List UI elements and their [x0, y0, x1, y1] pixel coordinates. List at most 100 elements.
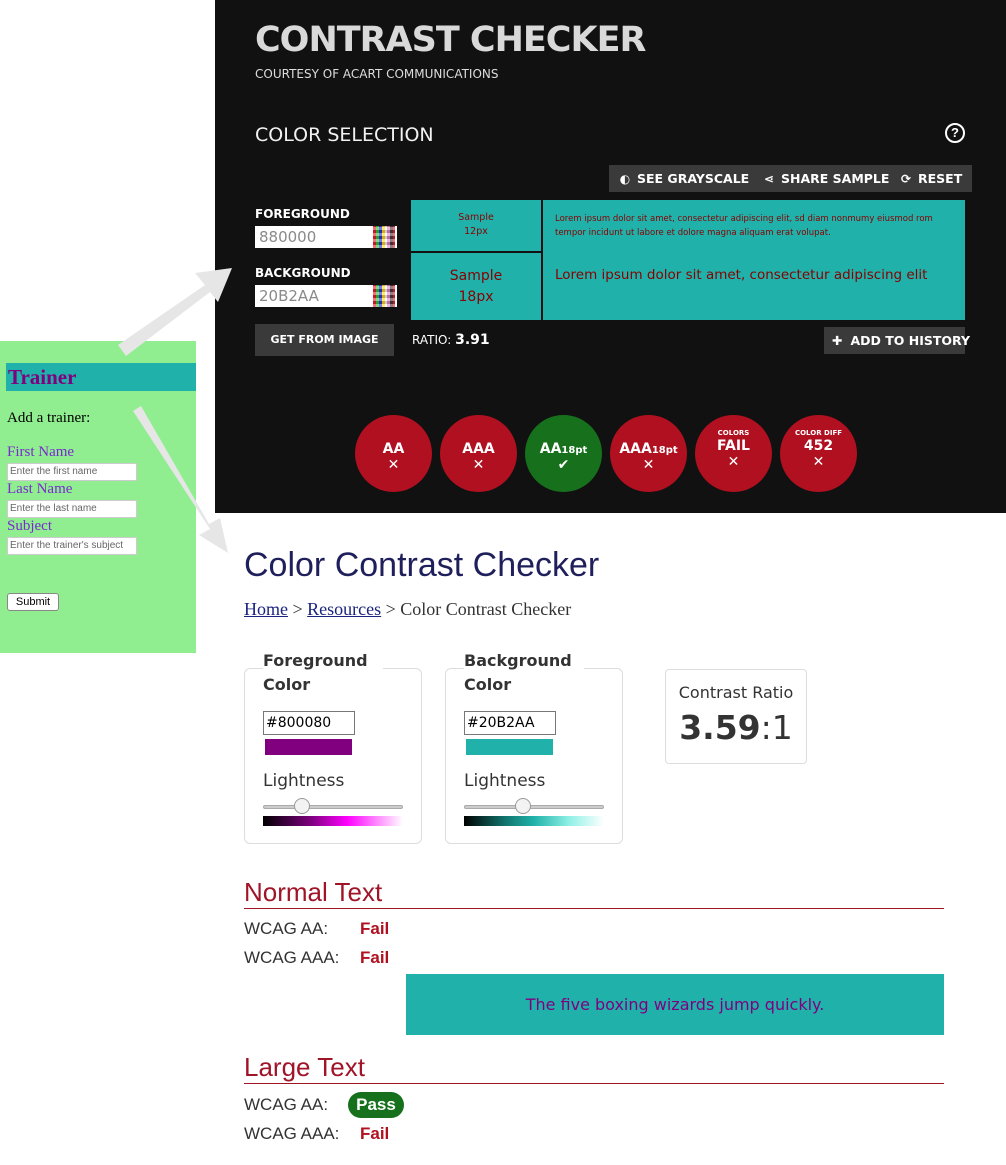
demo-text-sample: The five boxing wizards jump quickly. — [406, 974, 944, 1035]
foreground-swatch — [265, 739, 352, 755]
color-contrast-checker-page: Color Contrast Checker Home > Resources … — [215, 513, 1006, 1165]
help-icon[interactable]: ? — [945, 123, 965, 143]
sample-small-title: Sample — [458, 212, 494, 223]
ratio-label: RATIO: — [412, 333, 452, 347]
background-lightness-track[interactable] — [464, 805, 604, 809]
page-title: Color Contrast Checker — [244, 546, 600, 584]
sample-preview: Sample 12px Sample 18px Lorem ipsum dolo… — [411, 200, 965, 320]
contrast-ratio-readout: 3.59:1 — [666, 708, 806, 747]
acart-contrast-checker-panel: CONTRAST CHECKER COURTESY OF ACART COMMU… — [215, 0, 1006, 513]
first-name-input[interactable]: Enter the first name — [7, 463, 137, 481]
fail-x-icon: ✕ — [812, 454, 825, 470]
result-aa-18pt: AA18pt ✔ — [525, 415, 602, 492]
sample-large: Sample 18px — [411, 253, 543, 320]
submit-button[interactable]: Submit — [7, 593, 59, 611]
toggle-icon: ◐ — [619, 172, 631, 186]
background-hex-input[interactable]: #20B2AA — [464, 711, 556, 735]
background-lightness-gradient — [464, 816, 604, 826]
normal-aa-result: Fail — [360, 919, 390, 938]
result-aa-18pt-label: AA18pt — [539, 441, 588, 457]
breadcrumb-separator: > — [381, 599, 401, 619]
breadcrumb-current: Color Contrast Checker — [400, 599, 572, 619]
see-grayscale-label: SEE GRAYSCALE — [637, 171, 750, 186]
foreground-color-title: Foreground Color — [263, 649, 383, 697]
add-to-history-button[interactable]: ✚ ADD TO HISTORY — [824, 327, 970, 354]
background-lightness-slider[interactable] — [515, 798, 531, 814]
ratio-value: 3.91 — [455, 332, 490, 348]
sample-small: Sample 12px — [411, 200, 543, 253]
lorem-large-text: Lorem ipsum dolor sit amet, consectetur … — [555, 267, 928, 283]
large-text-heading: Large Text — [244, 1052, 365, 1082]
sample-small-size: 12px — [464, 226, 488, 237]
result-aa-label: AA — [382, 441, 405, 457]
contrast-ratio-box: Contrast Ratio 3.59:1 — [665, 669, 807, 764]
result-color-diff-title: COLOR DIFF — [794, 429, 843, 437]
large-aa-label: WCAG AA: — [244, 1095, 329, 1114]
see-grayscale-button[interactable]: ◐ SEE GRAYSCALE — [609, 165, 760, 192]
contrast-ratio-suffix: :1 — [760, 708, 793, 747]
background-lightness-label: Lightness — [464, 771, 546, 791]
large-text-divider — [244, 1083, 944, 1084]
section-title: COLOR SELECTION — [255, 124, 434, 146]
background-label: BACKGROUND — [255, 266, 351, 280]
foreground-lightness-label: Lightness — [263, 771, 345, 791]
reset-button[interactable]: ⟳ RESET — [890, 165, 973, 192]
app-title: CONTRAST CHECKER — [255, 20, 646, 60]
get-from-image-button[interactable]: GET FROM IMAGE — [255, 324, 394, 356]
contrast-ratio-label: Contrast Ratio — [678, 683, 794, 702]
background-color-box: Background Color #20B2AA Lightness — [445, 649, 623, 844]
breadcrumb: Home > Resources > Color Contrast Checke… — [244, 599, 571, 620]
result-color-diff-label: 452 — [803, 438, 834, 454]
trainer-form: Trainer Add a trainer: First Name Enter … — [0, 341, 196, 653]
foreground-color-box: Foreground Color #800080 Lightness — [244, 649, 422, 844]
fail-x-icon: ✕ — [727, 454, 740, 470]
result-colors: COLORS FAIL ✕ — [695, 415, 772, 492]
sample-large-title: Sample — [449, 268, 503, 284]
subject-label: Subject — [7, 518, 52, 534]
result-colors-label: FAIL — [717, 438, 750, 454]
result-aaa: AAA ✕ — [440, 415, 517, 492]
plus-icon: ✚ — [832, 333, 843, 348]
result-colors-title: COLORS — [717, 429, 750, 437]
last-name-label: Last Name — [7, 481, 73, 497]
foreground-label: FOREGROUND — [255, 207, 350, 221]
result-aaa-label: AAA — [462, 441, 495, 457]
foreground-lightness-gradient — [263, 816, 403, 826]
last-name-input[interactable]: Enter the last name — [7, 500, 137, 518]
foreground-hex-input[interactable]: #800080 — [263, 711, 355, 735]
share-sample-button[interactable]: ⋖ SHARE SAMPLE — [753, 165, 900, 192]
large-aaa-label: WCAG AAA: — [244, 1124, 340, 1143]
add-to-history-label: ADD TO HISTORY — [850, 333, 971, 348]
lorem-small-text: Lorem ipsum dolor sit amet, consectetur … — [555, 214, 933, 238]
foreground-color-picker-icon[interactable] — [373, 226, 395, 248]
large-aaa-result: Fail — [360, 1124, 390, 1143]
foreground-lightness-track[interactable] — [263, 805, 403, 809]
share-sample-label: SHARE SAMPLE — [781, 171, 890, 186]
breadcrumb-resources-link[interactable]: Resources — [307, 599, 381, 619]
large-aa-result-badge: Pass — [348, 1092, 404, 1118]
app-subtitle: COURTESY OF ACART COMMUNICATIONS — [255, 67, 499, 81]
first-name-label: First Name — [7, 444, 75, 460]
trainer-heading: Trainer — [6, 363, 196, 391]
pass-check-icon: ✔ — [557, 457, 570, 473]
fail-x-icon: ✕ — [472, 457, 485, 473]
refresh-icon: ⟳ — [900, 172, 912, 186]
add-trainer-text: Add a trainer: — [7, 410, 91, 426]
breadcrumb-home-link[interactable]: Home — [244, 599, 288, 619]
background-color-picker-icon[interactable] — [373, 285, 395, 307]
fail-x-icon: ✕ — [387, 457, 400, 473]
result-aaa-18pt-label: AAA18pt — [619, 441, 678, 457]
result-aaa-18pt: AAA18pt ✕ — [610, 415, 687, 492]
sample-large-size: 18px — [458, 289, 494, 305]
fail-x-icon: ✕ — [642, 457, 655, 473]
normal-aaa-label: WCAG AAA: — [244, 948, 340, 967]
breadcrumb-separator: > — [288, 599, 308, 619]
subject-input[interactable]: Enter the trainer's subject — [7, 537, 137, 555]
ratio-readout: RATIO: 3.91 — [412, 332, 490, 348]
contrast-ratio-value: 3.59 — [679, 708, 761, 747]
result-color-diff: COLOR DIFF 452 ✕ — [780, 415, 857, 492]
foreground-lightness-slider[interactable] — [294, 798, 310, 814]
background-swatch — [466, 739, 553, 755]
share-icon: ⋖ — [763, 172, 775, 186]
normal-aa-label: WCAG AA: — [244, 919, 329, 938]
